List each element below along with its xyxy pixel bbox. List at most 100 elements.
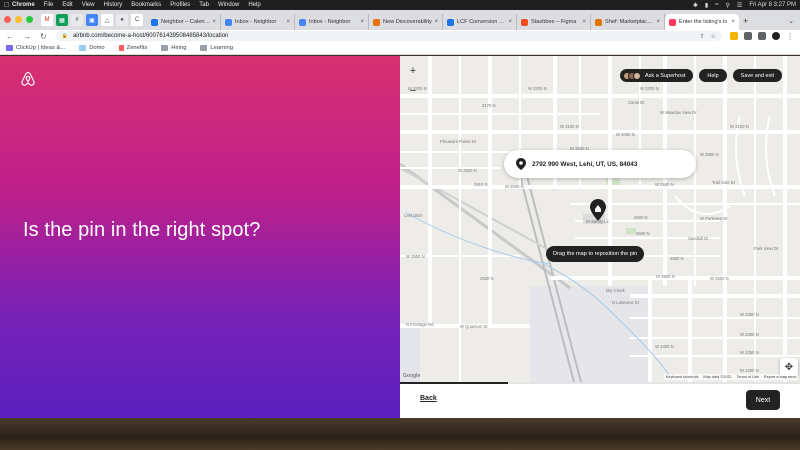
close-tab-icon[interactable]: ×	[434, 19, 438, 25]
menu-file[interactable]: File	[44, 2, 54, 8]
docs-tab-icon[interactable]: ▣	[86, 14, 98, 26]
maximize-window-button[interactable]	[26, 16, 33, 23]
street-label: W 2350 N	[740, 312, 759, 317]
menu-history[interactable]: History	[104, 2, 123, 8]
battery-icon[interactable]: ▮	[705, 2, 708, 9]
control-center-icon[interactable]: ☰	[737, 2, 742, 9]
pinned-tabs: M ▦ # ▣ △ ● C	[41, 14, 143, 26]
clock[interactable]: Fri Apr 8 3:27 PM	[749, 2, 796, 8]
bookmark-folder-hiring[interactable]: Hiring	[161, 45, 186, 51]
next-button[interactable]: Next	[746, 390, 780, 410]
menu-tab[interactable]: Tab	[199, 2, 209, 8]
forward-arrow-icon[interactable]: →	[23, 32, 31, 41]
footer-navigation: Back Next	[400, 382, 800, 418]
help-button[interactable]: Help	[699, 69, 727, 82]
chat-tab-icon[interactable]: ●	[116, 14, 128, 26]
street-label: N Frontage Rd	[406, 322, 434, 327]
kebab-menu-icon[interactable]: ⋮	[786, 32, 794, 41]
profile-avatar-icon[interactable]	[772, 32, 780, 40]
lock-icon[interactable]: 🔒	[62, 33, 68, 39]
save-and-exit-button[interactable]: Save and exit	[732, 69, 782, 82]
url-text[interactable]: airbnb.com/become-a-host/600761439508485…	[73, 33, 694, 39]
puzzle-extensions-icon[interactable]	[744, 32, 752, 40]
tab-shef-marketplace[interactable]: Shef: Marketplace i... ×	[591, 14, 665, 30]
street-label: 2530 N	[480, 276, 494, 281]
calendar-favicon-icon	[151, 18, 158, 26]
address-bar[interactable]: 🔒 airbnb.com/become-a-host/6007614395084…	[55, 31, 722, 41]
report-map-error-link[interactable]: Report a map error	[764, 375, 796, 379]
bookmark-label: Zenefits	[126, 45, 148, 51]
apple-icon[interactable]: 	[4, 2, 12, 9]
menu-bookmarks[interactable]: Bookmarks	[131, 2, 161, 8]
tab-inbox-2[interactable]: Inbox - Neighbor ×	[295, 14, 369, 30]
tab-airbnb-location[interactable]: Enter the listing's lo ×	[665, 14, 739, 30]
bookmark-folder-learning[interactable]: Learning	[200, 45, 233, 51]
terms-of-use-link[interactable]: Terms of Use	[737, 375, 759, 379]
street-label: W Meadow View Dr	[660, 110, 697, 115]
close-window-button[interactable]	[4, 16, 11, 23]
bookmark-star-icon[interactable]: ☆	[711, 33, 716, 40]
back-button[interactable]: Back	[420, 395, 437, 402]
address-display[interactable]: 2792 990 West, Lehi, UT, US, 84043	[504, 150, 696, 178]
search-icon[interactable]: ⚲	[726, 2, 730, 9]
calendar-tab-icon[interactable]: C	[131, 14, 143, 26]
menu-chrome[interactable]: Chrome	[12, 2, 35, 8]
menu-edit[interactable]: Edit	[62, 2, 72, 8]
doc-favicon-icon	[373, 18, 380, 26]
map-view[interactable]: W 3200 N W 3200 N W 3200 N 3175 N W 3100…	[400, 56, 800, 382]
location-pin-icon	[516, 158, 526, 170]
bookmark-label: Domo	[89, 45, 105, 51]
tab-calendar[interactable]: Neighbor – Calendar ×	[147, 14, 221, 30]
bookmarks-bar: ClickUp | Ideas &... Domo Zenefits Hirin…	[0, 42, 800, 55]
bookmark-zenefits[interactable]: Zenefits	[118, 45, 148, 51]
ask-superhost-button[interactable]: Ask a Superhost	[620, 69, 694, 82]
map-pin-marker-icon[interactable]	[590, 199, 606, 221]
host-header-actions: Ask a Superhost Help Save and exit	[620, 69, 782, 82]
sidepanel-icon[interactable]	[758, 32, 766, 40]
close-tab-icon[interactable]: ×	[360, 19, 364, 25]
close-tab-icon[interactable]: ×	[286, 19, 290, 25]
sheets-tab-icon[interactable]: ▦	[56, 14, 68, 26]
keyboard-shortcuts-link[interactable]: Keyboard shortcuts	[666, 375, 699, 379]
close-tab-icon[interactable]: ×	[212, 19, 216, 25]
close-tab-icon[interactable]: ×	[656, 19, 660, 25]
close-tab-icon[interactable]: ×	[731, 19, 735, 25]
close-tab-icon[interactable]: ×	[582, 19, 586, 25]
tab-stashbee-figma[interactable]: Stashbee – Figma ×	[517, 14, 591, 30]
back-arrow-icon[interactable]: ←	[6, 32, 14, 41]
zoom-out-button[interactable]: −	[406, 81, 420, 101]
share-icon[interactable]: ⇧	[700, 33, 705, 40]
minimize-window-button[interactable]	[15, 16, 22, 23]
tab-lcf-conversion[interactable]: LCF Conversion Rate ×	[443, 14, 517, 30]
slack-tab-icon[interactable]: #	[71, 14, 83, 26]
tab-inbox-1[interactable]: Inbox - Neighbor ×	[221, 14, 295, 30]
airbnb-page: Is the pin in the right spot? W 3200 N W…	[0, 56, 800, 418]
desktop-wallpaper	[0, 418, 800, 450]
menu-view[interactable]: View	[82, 2, 95, 8]
reload-icon[interactable]: ↻	[40, 32, 47, 41]
tab-search-chevron-icon[interactable]: ⌄	[788, 17, 794, 25]
zoom-in-button[interactable]: +	[406, 61, 420, 81]
tab-new-discoverability[interactable]: New Discoverability ×	[369, 14, 443, 30]
street-label: W 2600 N	[710, 276, 729, 281]
street-label: 2910 N	[474, 182, 488, 187]
airbnb-logo-icon[interactable]	[20, 71, 36, 87]
extension-icon[interactable]	[730, 32, 738, 40]
new-tab-button[interactable]: +	[743, 16, 748, 26]
menu-help[interactable]: Help	[248, 2, 260, 8]
menu-profiles[interactable]: Profiles	[170, 2, 190, 8]
domo-icon	[79, 45, 87, 51]
window-controls	[4, 16, 33, 23]
street-label: W 2200 N	[740, 368, 759, 373]
gmail-tab-icon[interactable]: M	[41, 14, 53, 26]
close-tab-icon[interactable]: ×	[508, 19, 512, 25]
inbox-favicon-icon	[299, 18, 306, 26]
bookmark-clickup[interactable]: ClickUp | Ideas &...	[6, 45, 65, 51]
tab-label: LCF Conversion Rate	[457, 19, 507, 25]
tab-label: New Discoverability	[383, 19, 432, 25]
bookmark-domo[interactable]: Domo	[79, 45, 105, 51]
bluetooth-icon[interactable]: ✱	[693, 2, 698, 9]
wifi-icon[interactable]: ≈	[715, 2, 718, 8]
menu-window[interactable]: Window	[218, 2, 239, 8]
drive-tab-icon[interactable]: △	[101, 14, 113, 26]
